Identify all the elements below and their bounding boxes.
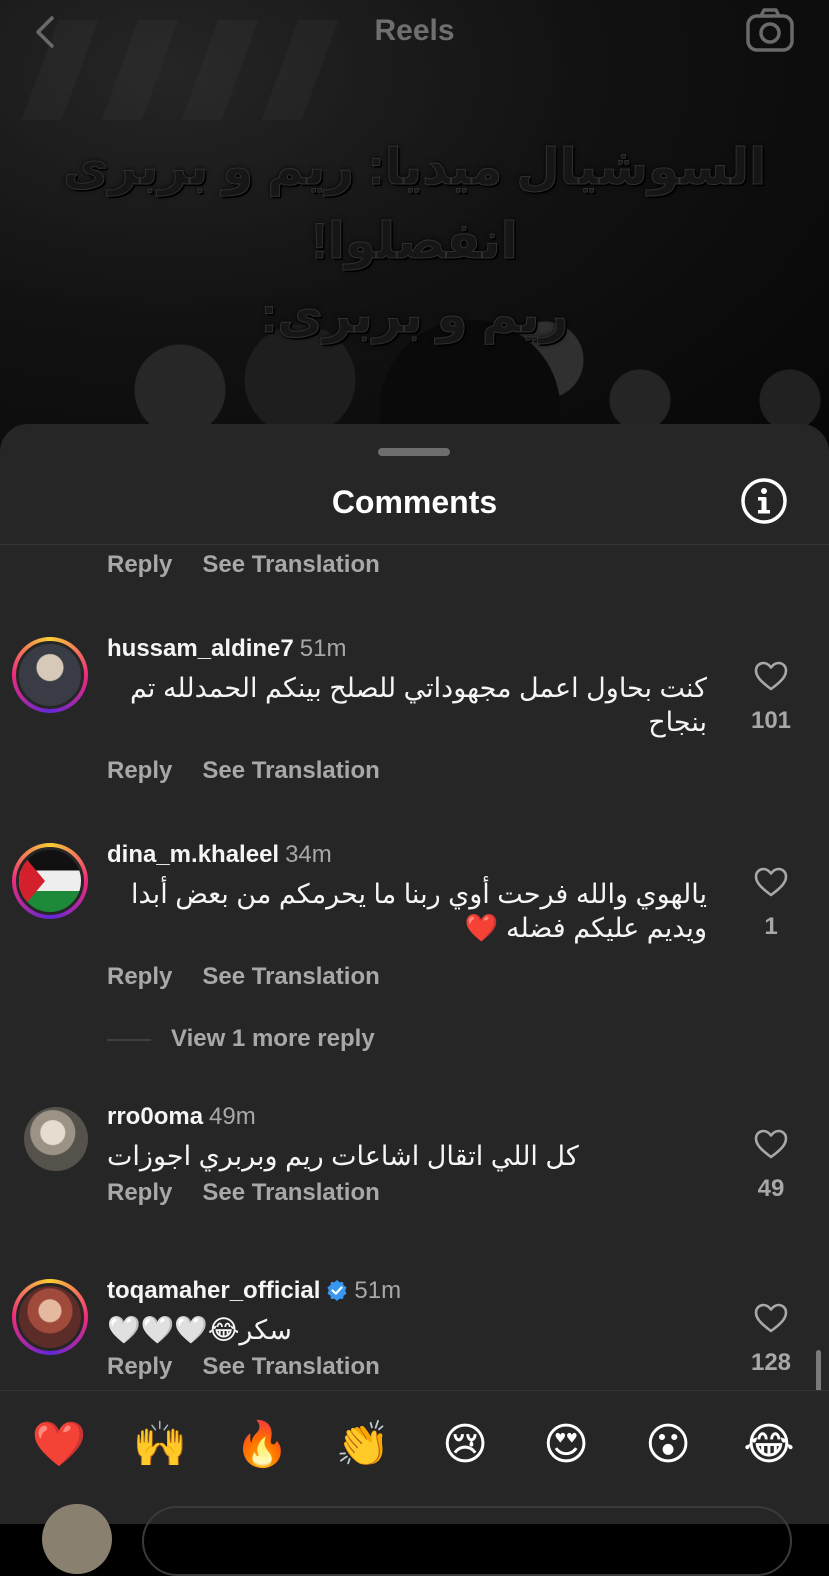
heart-icon[interactable]	[754, 661, 788, 691]
avatar-story-ring[interactable]	[12, 637, 88, 713]
quick-reaction-bar: ❤️ 🙌 🔥 👏 😢 😍 😮 😂	[0, 1390, 829, 1524]
comment-text: ياﻟﻬﻮﻱ والله فرحت أوي ربنا ما يحرمكم من …	[131, 879, 707, 943]
info-icon[interactable]	[740, 477, 788, 525]
reaction-fire[interactable]: 🔥	[234, 1417, 290, 1473]
comment-header: dina_m.khaleel 34m	[107, 841, 332, 869]
heart-icon[interactable]	[754, 1303, 788, 1333]
replies-divider	[107, 1038, 151, 1041]
reaction-heart-eyes[interactable]: 😍	[538, 1417, 594, 1473]
verified-badge-icon	[327, 1280, 347, 1301]
like-control: 101	[735, 661, 807, 735]
like-control: 128	[735, 1303, 807, 1377]
comment-text: كل اللي اتقال اشاعات ريم وبربري اجوزات	[107, 1141, 579, 1171]
like-control: 1	[735, 867, 807, 941]
comment-input[interactable]	[142, 1506, 792, 1576]
like-count: 1	[764, 913, 778, 940]
current-user-avatar	[42, 1504, 112, 1574]
timestamp: 49m	[209, 1103, 256, 1130]
timestamp: 51m	[354, 1277, 402, 1304]
comment-header: rro0oma 49m	[107, 1103, 256, 1131]
reaction-clap[interactable]: 👏	[335, 1417, 391, 1473]
comment-actions: Reply See Translation	[107, 551, 410, 579]
camera-icon[interactable]	[744, 6, 796, 54]
reaction-raised-hands[interactable]: 🙌	[132, 1417, 188, 1473]
avatar[interactable]	[24, 1107, 88, 1171]
see-translation-button[interactable]: See Translation	[202, 551, 379, 579]
top-bar: Reels	[0, 0, 829, 64]
comments-title: Comments	[331, 484, 498, 520]
see-translation-button[interactable]: See Translation	[202, 1179, 379, 1207]
comment-header: toqamaher_official 51m	[107, 1277, 401, 1305]
reaction-cry[interactable]: 😢	[437, 1417, 493, 1473]
reply-button[interactable]: Reply	[107, 757, 172, 785]
page-title: Reels	[374, 14, 455, 47]
view-more-replies-label: View 1 more reply	[171, 1025, 375, 1052]
comment-actions: Reply See Translation	[107, 757, 410, 785]
reply-button[interactable]: Reply	[107, 1353, 172, 1381]
reaction-heart[interactable]: ❤️	[31, 1417, 87, 1473]
like-control: 49	[735, 1129, 807, 1203]
like-count: 128	[750, 1349, 792, 1376]
heart-icon[interactable]	[754, 867, 788, 897]
comment-actions: Reply See Translation	[107, 1353, 410, 1381]
see-translation-button[interactable]: See Translation	[202, 1353, 379, 1381]
timestamp: 34m	[285, 841, 332, 868]
video-dim-overlay	[0, 0, 829, 470]
avatar	[16, 1283, 84, 1351]
heart-icon[interactable]	[754, 1129, 788, 1159]
avatar-story-ring[interactable]	[12, 1279, 88, 1355]
comment-header: hussam_aldine7 51m	[107, 635, 346, 663]
avatar	[16, 641, 84, 709]
reply-button[interactable]: Reply	[107, 551, 172, 579]
comment-text: سكر😂🤍🤍🤍	[107, 1315, 292, 1345]
timestamp: 51m	[299, 635, 347, 662]
palestine-flag-icon	[19, 850, 45, 912]
drag-handle[interactable]	[378, 448, 450, 456]
see-translation-button[interactable]: See Translation	[202, 963, 379, 991]
like-count: 101	[750, 707, 792, 734]
reply-button[interactable]: Reply	[107, 1179, 172, 1207]
username[interactable]: rro0oma	[107, 1103, 203, 1130]
username[interactable]: dina_m.khaleel	[107, 841, 279, 868]
avatar	[16, 847, 84, 915]
avatar-story-ring[interactable]	[12, 843, 88, 919]
username[interactable]: toqamaher_official	[107, 1277, 320, 1304]
reel-video[interactable]: السوشيال ميديا: ريم و بربرى انفصلوا! ريم…	[0, 0, 829, 470]
reaction-laugh[interactable]: 😂	[741, 1417, 797, 1473]
see-translation-button[interactable]: See Translation	[202, 757, 379, 785]
comment-text: كنت بحاول اعمل مجهوداتي للصلح بينكم الحم…	[129, 673, 707, 737]
username[interactable]: hussam_aldine7	[107, 635, 294, 662]
like-count: 49	[757, 1175, 785, 1202]
view-more-replies[interactable]: View 1 more reply	[107, 1025, 375, 1053]
comment-actions: Reply See Translation	[107, 963, 410, 991]
reply-button[interactable]: Reply	[107, 963, 172, 991]
comments-list[interactable]: Reply See Translation hussam_aldine7 51m ك…	[0, 545, 829, 1390]
reaction-surprised[interactable]: 😮	[640, 1417, 696, 1473]
comments-sheet: Comments Reply See Translation hussam_ald…	[0, 424, 829, 1524]
comment-actions: Reply See Translation	[107, 1179, 410, 1207]
